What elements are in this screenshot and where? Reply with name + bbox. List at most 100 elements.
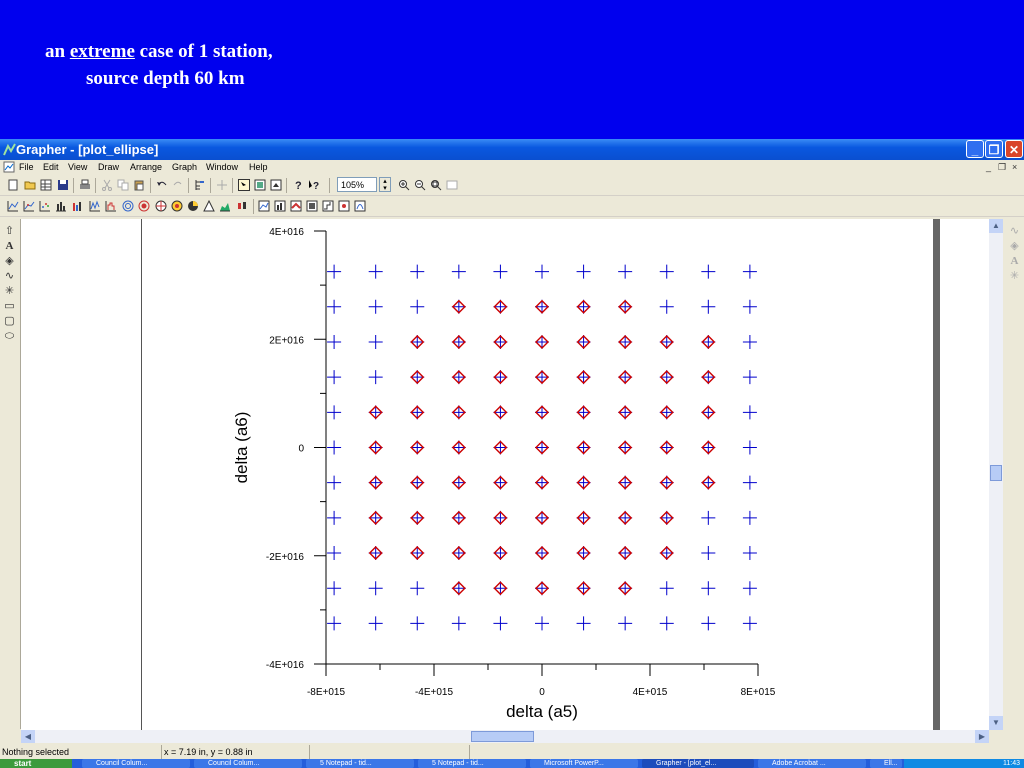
ellipse-tool-icon[interactable]: ⬭	[3, 330, 16, 343]
rounded-rectangle-tool-icon[interactable]: ▢	[3, 315, 16, 328]
line-plot-icon[interactable]	[7, 200, 19, 212]
zoom-in-icon[interactable]	[398, 179, 410, 191]
zoom-level-field[interactable]: 105%	[337, 177, 377, 192]
polyline-tool-icon[interactable]: ∿	[1008, 225, 1021, 238]
symbol-tool-icon[interactable]: ✳	[3, 285, 16, 298]
select-mode-icon[interactable]	[238, 179, 250, 191]
worksheet-icon[interactable]	[40, 179, 52, 191]
copy-icon[interactable]	[117, 179, 129, 191]
menu-graph[interactable]: Graph	[172, 160, 197, 175]
rose-diagram-icon[interactable]	[138, 200, 150, 212]
new-icon[interactable]	[7, 179, 19, 191]
grid-point-plus-marker	[535, 405, 549, 420]
menu-file[interactable]: File	[19, 160, 34, 175]
group-icon[interactable]	[270, 179, 282, 191]
scroll-up-icon[interactable]: ▲	[989, 219, 1003, 233]
zoom-rectangle-icon[interactable]	[430, 179, 442, 191]
save-icon[interactable]	[57, 179, 69, 191]
radar-plot-icon[interactable]	[171, 200, 183, 212]
frame-icon[interactable]	[254, 179, 266, 191]
horizontal-scrollbar[interactable]: ◀ ▶	[21, 730, 989, 743]
plot-3d-icon[interactable]	[258, 200, 270, 212]
plot-3d-wall-icon[interactable]	[306, 200, 318, 212]
child-minimize-button[interactable]: _	[986, 160, 991, 175]
digitize-icon[interactable]	[216, 179, 228, 191]
menu-draw[interactable]: Draw	[98, 160, 119, 175]
text-tool-icon[interactable]: A	[1008, 255, 1021, 268]
menu-help[interactable]: Help	[249, 160, 268, 175]
menu-window[interactable]: Window	[206, 160, 238, 175]
grid-point-plus-marker	[659, 264, 674, 279]
area-plot-icon[interactable]	[219, 200, 231, 212]
redo-icon[interactable]	[172, 179, 184, 191]
wind-chart-icon[interactable]	[155, 200, 167, 212]
grid-point-plus-marker	[576, 581, 591, 596]
class-scatter-icon[interactable]	[39, 200, 51, 212]
open-icon[interactable]	[24, 179, 36, 191]
child-restore-button[interactable]: ❐	[998, 160, 1006, 175]
undo-icon[interactable]	[156, 179, 168, 191]
plot-3d-ribbon-icon[interactable]	[290, 200, 302, 212]
restore-button[interactable]: ❐	[985, 140, 1003, 158]
floating-bar-icon[interactable]	[71, 200, 83, 212]
scroll-left-icon[interactable]: ◀	[21, 730, 35, 743]
select-arrow-icon[interactable]: ⇧	[3, 225, 16, 238]
symbol-tool-icon[interactable]: ✳	[1008, 270, 1021, 283]
scatter-chart[interactable]: -4E+016 -2E+016 0 2E+016 4E+016 -8E+015 -4E+01…	[21, 219, 989, 730]
plot-3d-xyz-icon[interactable]	[338, 200, 350, 212]
vertical-scroll-thumb[interactable]	[990, 465, 1002, 481]
function-plot-icon[interactable]	[354, 200, 366, 212]
document-icon[interactable]	[3, 161, 15, 173]
y-tick-label: 2E+016	[269, 335, 304, 346]
polar-plot-icon[interactable]	[122, 200, 134, 212]
paste-icon[interactable]	[133, 179, 145, 191]
taskbar-item[interactable]: Adobe Acrobat ...	[758, 759, 866, 768]
text-tool-icon[interactable]: A	[3, 240, 16, 253]
plot-3d-step-icon[interactable]	[322, 200, 334, 212]
taskbar-item[interactable]: Ell...	[870, 759, 902, 768]
histogram-icon[interactable]	[105, 200, 117, 212]
bar-chart-icon[interactable]	[55, 200, 67, 212]
child-close-button[interactable]: ×	[1012, 160, 1017, 175]
taskbar-item[interactable]: Council Colum...	[194, 759, 302, 768]
menu-arrange[interactable]: Arrange	[130, 160, 162, 175]
taskbar-item[interactable]: Microsoft PowerP...	[530, 759, 638, 768]
plot-document[interactable]: -4E+016 -2E+016 0 2E+016 4E+016 -8E+015 -4E+01…	[21, 219, 989, 730]
taskbar-item[interactable]: 5 Notepad - tid...	[418, 759, 526, 768]
taskbar-item[interactable]: Council Colum...	[82, 759, 190, 768]
start-button[interactable]: start	[0, 759, 72, 768]
polyline-tool-icon[interactable]: ∿	[3, 270, 16, 283]
step-plot-icon[interactable]	[89, 200, 101, 212]
polygon-tool-icon[interactable]: ◈	[1008, 240, 1021, 253]
minimize-button[interactable]: _	[966, 140, 984, 158]
grid-point-plus-marker	[576, 299, 591, 314]
cut-icon[interactable]	[101, 179, 113, 191]
zoom-out-icon[interactable]	[414, 179, 426, 191]
object-manager-icon[interactable]	[194, 179, 206, 191]
scroll-right-icon[interactable]: ▶	[975, 730, 989, 743]
menu-view[interactable]: View	[68, 160, 87, 175]
taskbar-item-active[interactable]: Grapher - [plot_el...	[642, 759, 754, 768]
ternary-plot-icon[interactable]	[203, 200, 215, 212]
menu-edit[interactable]: Edit	[43, 160, 59, 175]
plot-3d-bar-icon[interactable]	[274, 200, 286, 212]
grid-point-plus-marker	[701, 334, 716, 349]
taskbar-item[interactable]: 5 Notepad - tid...	[306, 759, 414, 768]
title-bar[interactable]: Grapher - [plot_ellipse] _ ❐ ✕	[0, 139, 1024, 160]
scatter-plot-icon[interactable]	[23, 200, 35, 212]
vertical-scrollbar[interactable]: ▲ ▼	[989, 219, 1003, 730]
scroll-down-icon[interactable]: ▼	[989, 716, 1003, 730]
context-help-icon[interactable]: ?	[308, 179, 320, 191]
horizontal-scroll-thumb[interactable]	[471, 731, 534, 742]
pie-chart-icon[interactable]	[187, 200, 199, 212]
zoom-page-icon[interactable]	[446, 179, 458, 191]
box-whisker-icon[interactable]	[236, 200, 248, 212]
print-icon[interactable]	[79, 179, 91, 191]
zoom-spinner[interactable]: ▴ ▾	[379, 177, 391, 192]
polygon-tool-icon[interactable]: ◈	[3, 255, 16, 268]
grid-point-plus-marker	[451, 405, 466, 420]
help-icon[interactable]: ?	[292, 179, 304, 191]
close-button[interactable]: ✕	[1005, 140, 1023, 158]
slide-title-line-2: source depth 60 km	[86, 68, 245, 89]
rectangle-tool-icon[interactable]: ▭	[3, 300, 16, 313]
